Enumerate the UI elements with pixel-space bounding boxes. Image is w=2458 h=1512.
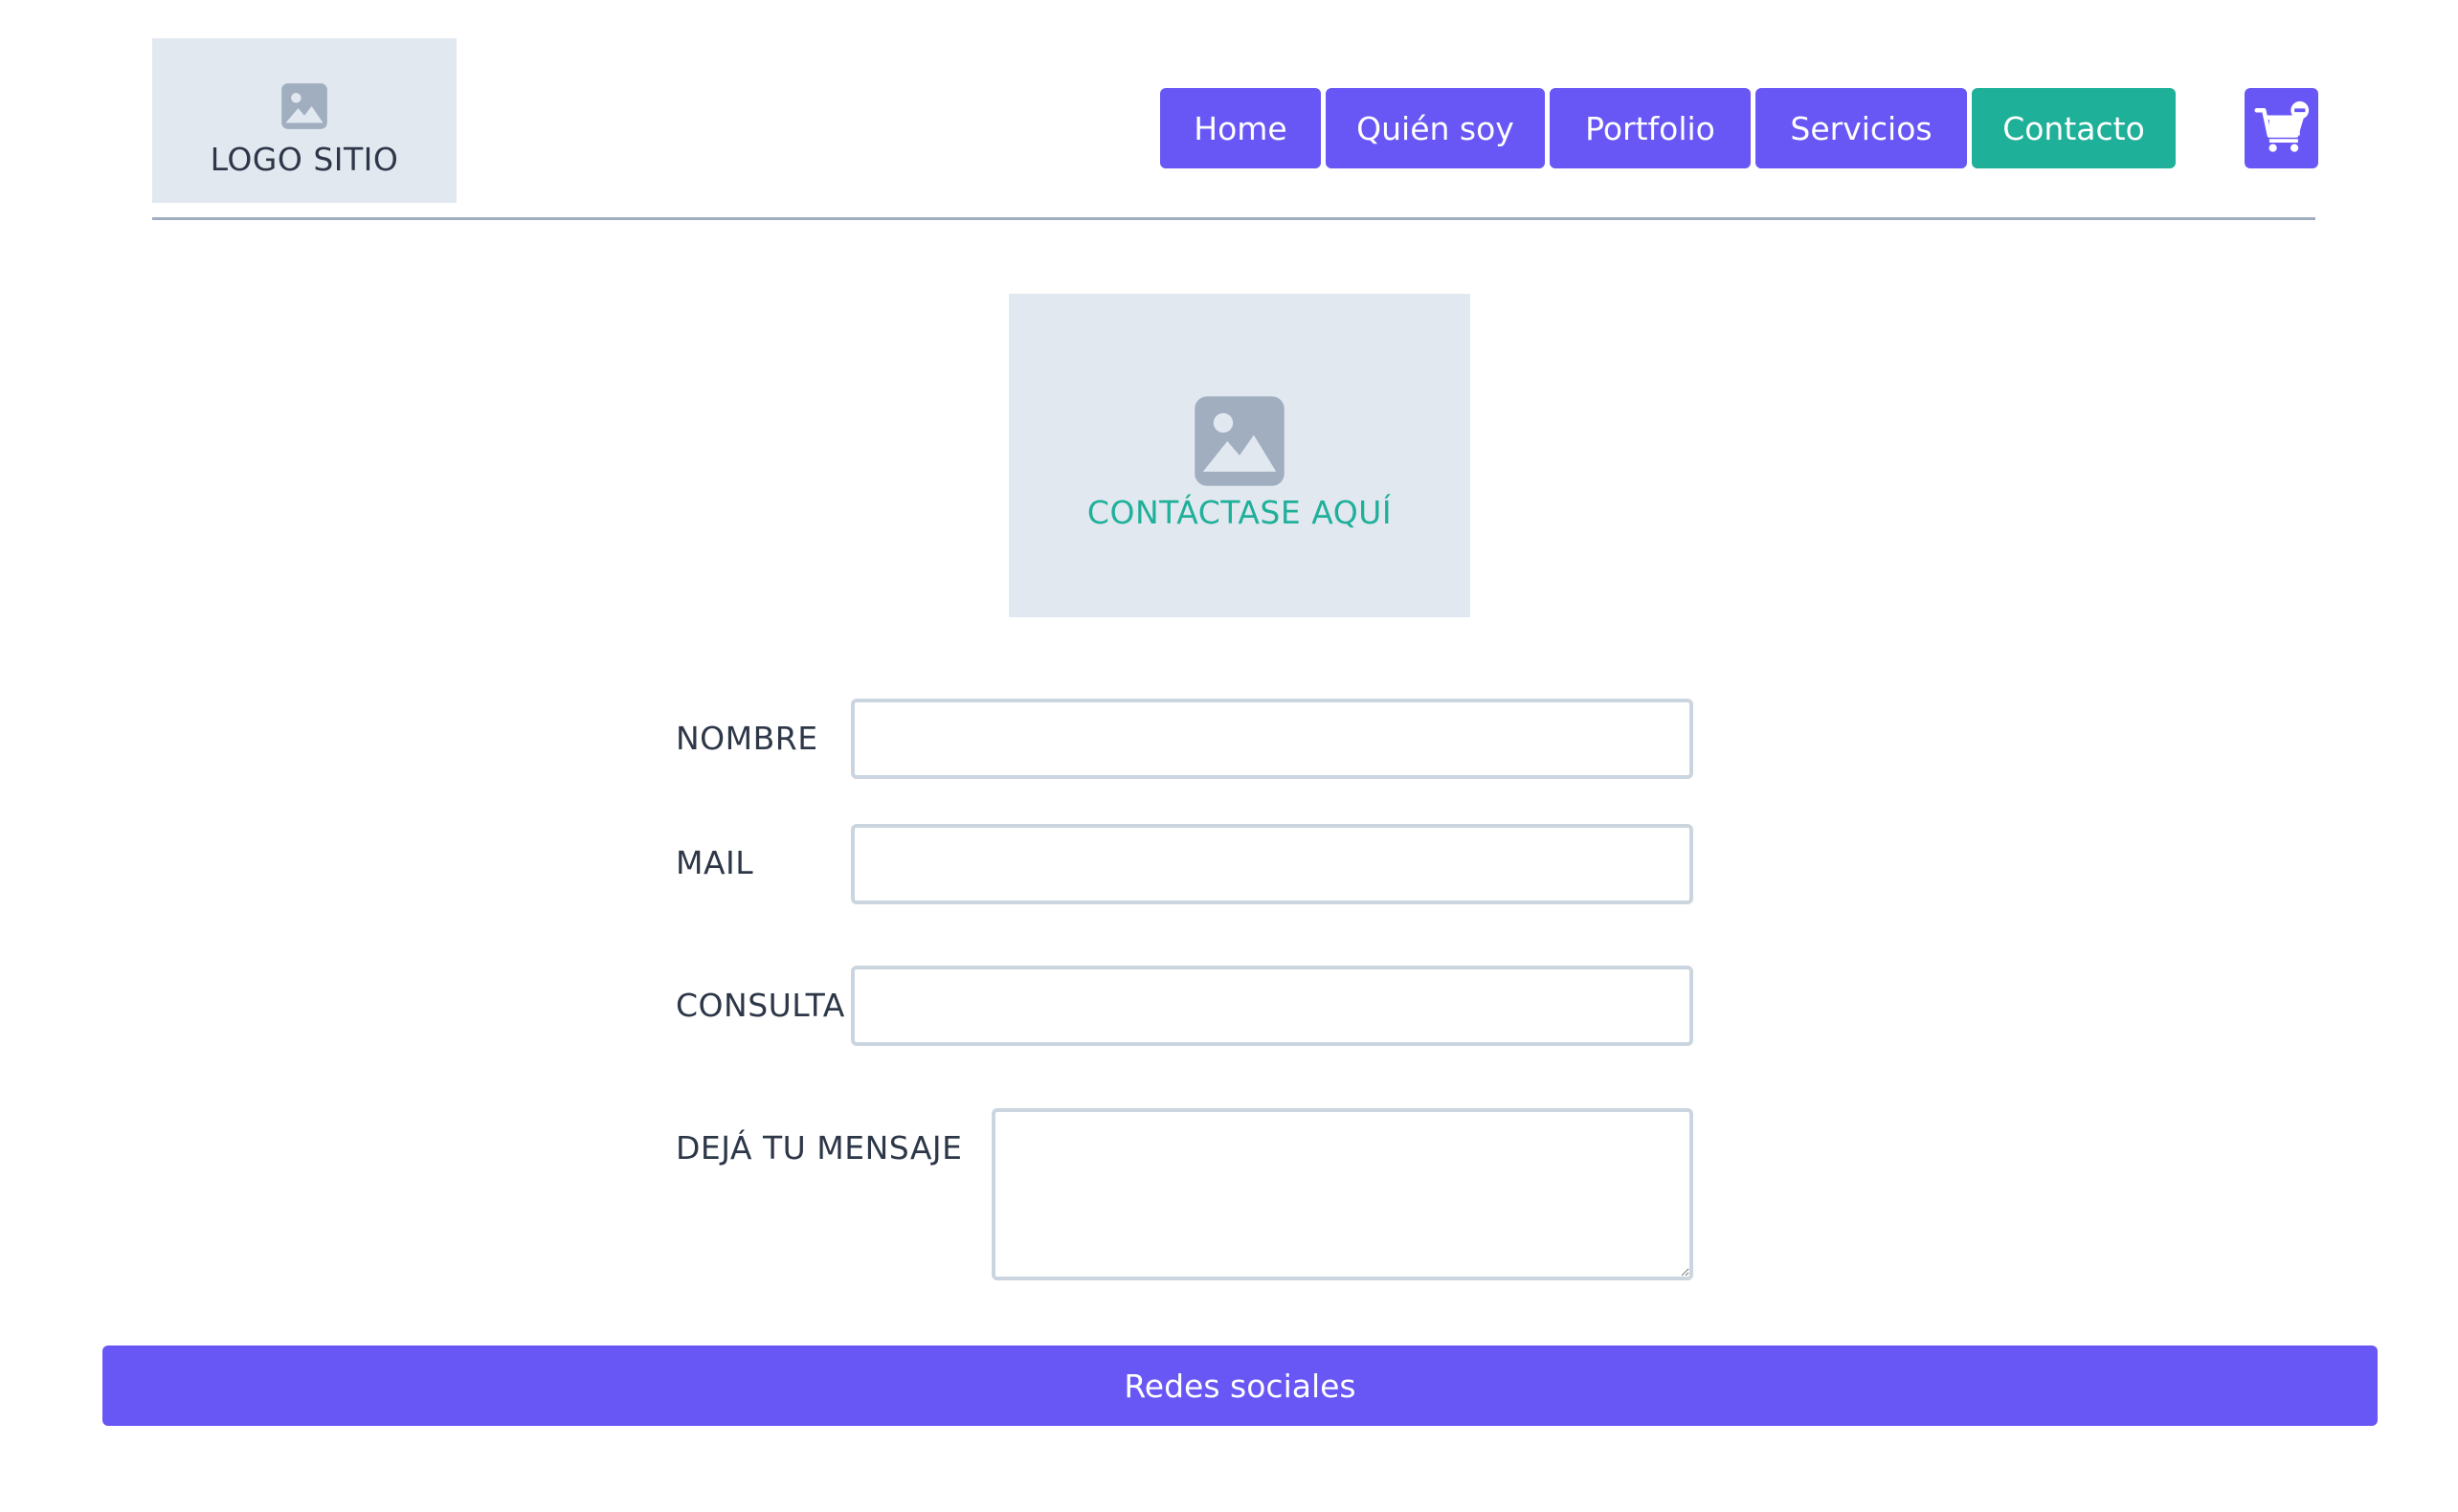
site-logo[interactable]: LOGO SITIO xyxy=(152,38,457,203)
social-links-bar[interactable]: Redes sociales xyxy=(102,1345,2378,1426)
image-placeholder-icon xyxy=(1195,395,1285,486)
mensaje-label: DEJÁ TU MENSAJE xyxy=(676,1129,963,1167)
logo-text: LOGO SITIO xyxy=(210,140,399,178)
cart-button[interactable] xyxy=(2245,88,2318,168)
nombre-label: NOMBRE xyxy=(676,720,818,757)
nombre-input[interactable] xyxy=(851,699,1693,779)
header-divider xyxy=(152,217,2315,220)
consulta-input[interactable] xyxy=(851,966,1693,1046)
nav-servicios-button[interactable]: Servicios xyxy=(1755,88,1967,168)
hero-image-placeholder: CONTÁCTASE AQUÍ xyxy=(1009,294,1470,617)
mail-label: MAIL xyxy=(676,844,754,881)
social-links-label: Redes sociales xyxy=(1124,1367,1356,1405)
hero-text: CONTÁCTASE AQUÍ xyxy=(1086,493,1393,531)
nav-portfolio-button[interactable]: Portfolio xyxy=(1550,88,1751,168)
consulta-label: CONSULTA xyxy=(676,987,845,1024)
cart-remove-icon xyxy=(2254,100,2309,152)
image-placeholder-icon xyxy=(281,82,327,129)
mensaje-textarea[interactable] xyxy=(992,1108,1693,1280)
nav-contacto-button[interactable]: Contacto xyxy=(1972,88,2176,168)
nav-home-button[interactable]: Home xyxy=(1160,88,1321,168)
nav-quien-soy-button[interactable]: Quién soy xyxy=(1326,88,1545,168)
mail-input[interactable] xyxy=(851,824,1693,904)
